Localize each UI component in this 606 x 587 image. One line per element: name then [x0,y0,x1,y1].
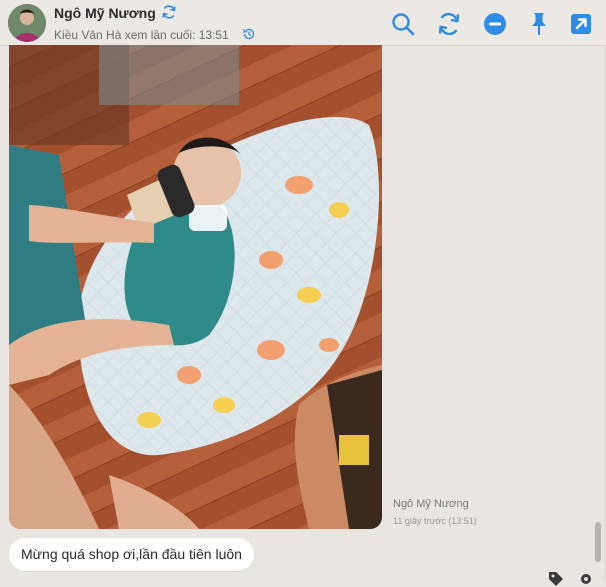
history-icon[interactable] [242,27,256,41]
sync-icon[interactable] [161,4,177,20]
message-photo[interactable] [9,45,382,529]
contact-name[interactable]: Ngô Mỹ Nương [54,5,156,21]
avatar[interactable] [8,4,46,42]
refresh-icon[interactable] [436,11,462,37]
external-link-icon[interactable] [568,11,594,37]
pin-icon[interactable] [526,11,552,37]
search-icon[interactable] [390,11,416,37]
last-seen-status: Kiều Vân Hà xem lần cuối: 13:51 [54,28,229,42]
message-bubble[interactable]: Mừng quá shop ơi,lần đầu tiên luôn [9,538,254,571]
message-timestamp: 11 giây trước (13:51) [393,516,477,526]
gear-icon[interactable] [578,571,594,587]
tag-icon[interactable] [548,571,564,587]
chat-header: Ngô Mỹ Nương Kiều Vân Hà xem lần cuối: 1… [0,0,606,46]
minus-circle-icon[interactable] [482,11,508,37]
message-sender-name: Ngô Mỹ Nương [393,498,469,510]
scrollbar-thumb[interactable] [595,522,601,562]
